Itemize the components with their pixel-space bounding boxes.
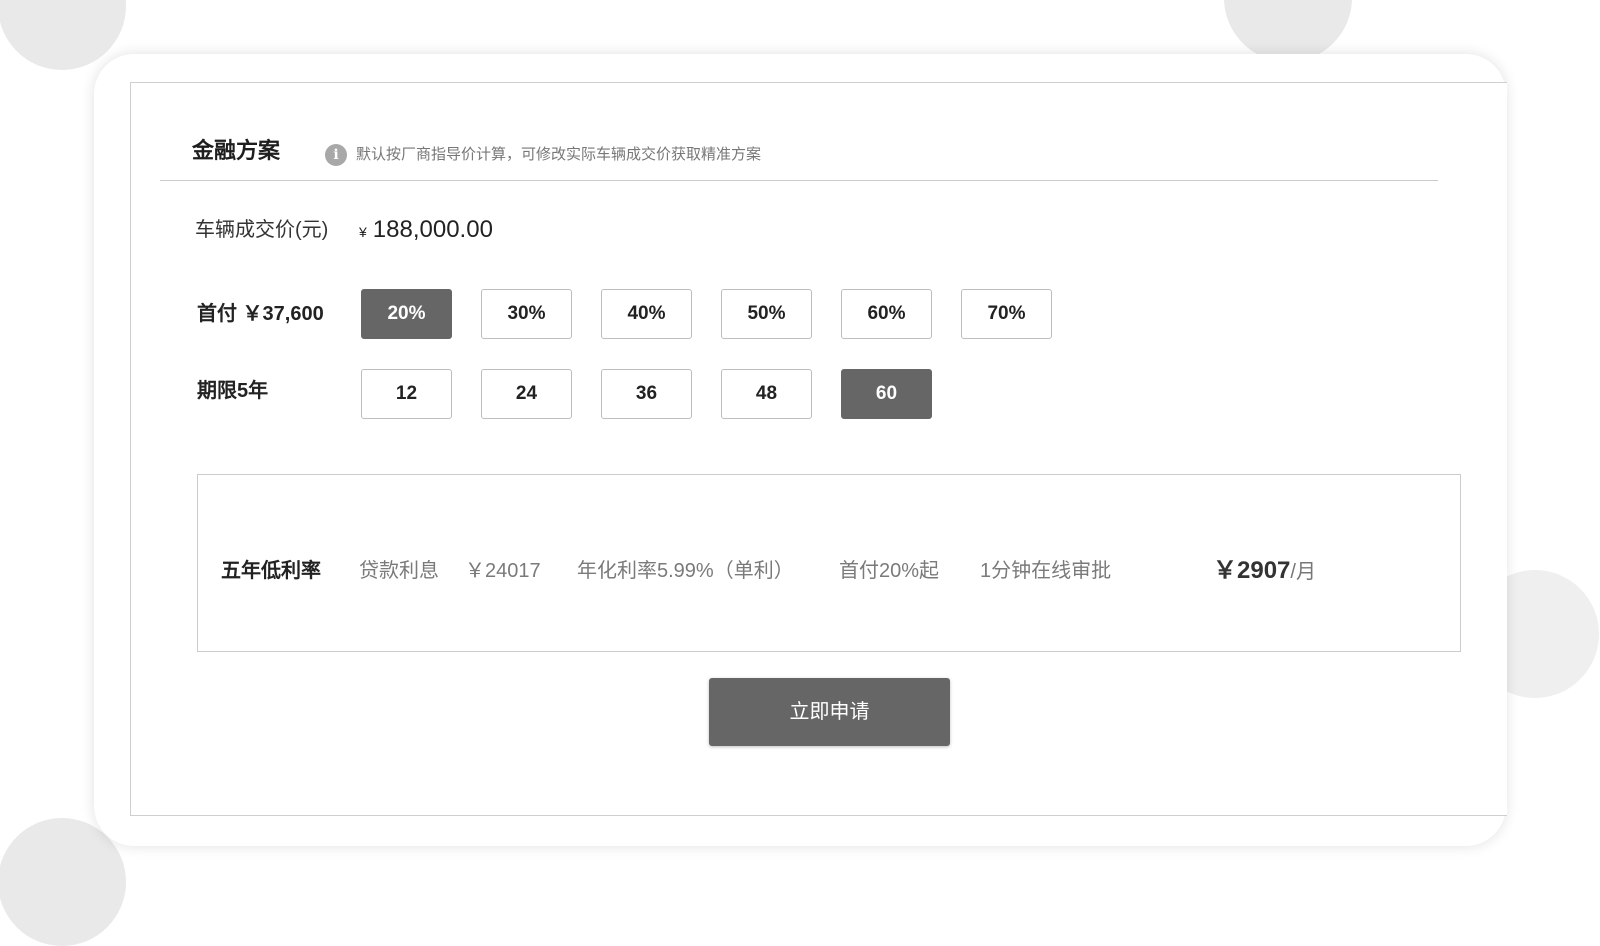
term-option-36[interactable]: 36 xyxy=(601,369,692,419)
info-icon: i xyxy=(325,144,347,166)
annual-rate: 年化利率5.99%（单利） xyxy=(577,560,794,582)
currency-symbol: ¥ xyxy=(359,224,367,240)
monthly-amount: ￥2907 xyxy=(1213,557,1291,584)
price-amount: 188,000.00 xyxy=(372,216,493,243)
down-payment-label: 首付 ￥37,600 xyxy=(197,303,324,325)
down-payment-option-20[interactable]: 20% xyxy=(361,289,452,339)
term-option-48[interactable]: 48 xyxy=(721,369,812,419)
price-value[interactable]: ¥188,000.00 xyxy=(359,214,493,248)
term-option-60[interactable]: 60 xyxy=(841,369,932,419)
decorative-circle xyxy=(0,0,126,70)
down-payment-min: 首付20%起 xyxy=(839,560,940,582)
approval-time: 1分钟在线审批 xyxy=(980,560,1112,582)
interest-label: 贷款利息 xyxy=(359,560,439,582)
decorative-circle xyxy=(0,818,126,946)
hint-text: 默认按厂商指导价计算，可修改实际车辆成交价获取精准方案 xyxy=(356,146,762,163)
interest-value: ￥24017 xyxy=(465,560,541,582)
down-payment-option-40[interactable]: 40% xyxy=(601,289,692,339)
down-payment-option-30[interactable]: 30% xyxy=(481,289,572,339)
monthly-unit: /月 xyxy=(1290,561,1316,583)
decorative-circle xyxy=(1224,0,1352,62)
section-title: 金融方案 xyxy=(192,138,281,163)
down-payment-option-50[interactable]: 50% xyxy=(721,289,812,339)
term-option-24[interactable]: 24 xyxy=(481,369,572,419)
apply-button[interactable]: 立即申请 xyxy=(709,678,950,746)
price-label: 车辆成交价(元) xyxy=(195,219,329,241)
monthly-payment: ￥2907/月 xyxy=(1213,556,1316,587)
term-label: 期限5年 xyxy=(197,380,269,402)
plan-name: 五年低利率 xyxy=(221,560,321,582)
header-divider xyxy=(160,180,1438,181)
term-option-12[interactable]: 12 xyxy=(361,369,452,419)
down-payment-option-60[interactable]: 60% xyxy=(841,289,932,339)
down-payment-option-70[interactable]: 70% xyxy=(961,289,1052,339)
